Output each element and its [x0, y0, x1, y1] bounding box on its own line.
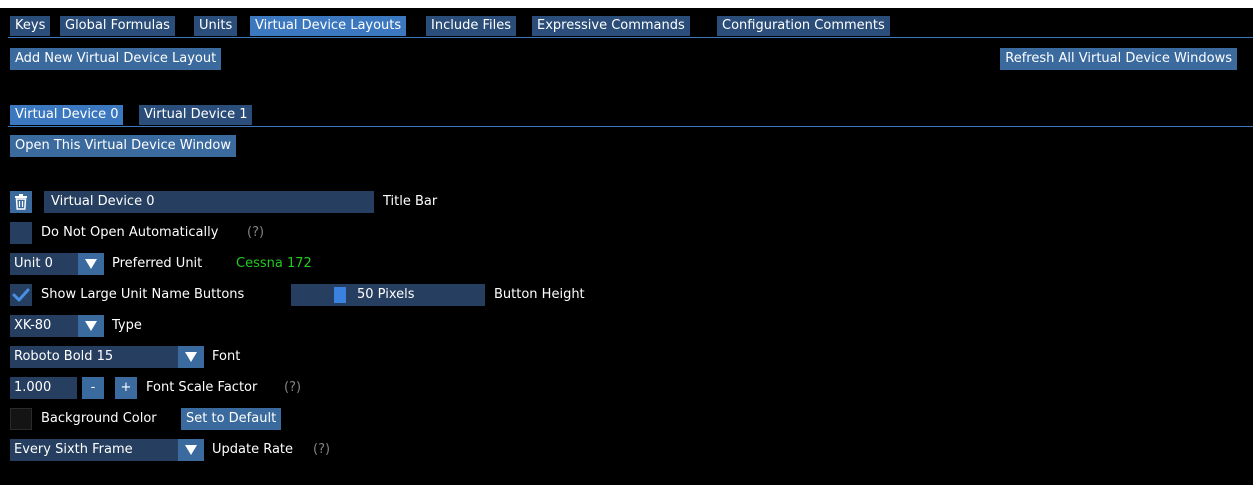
font-scale-input[interactable]: 1.000: [10, 377, 77, 399]
font-arrow[interactable]: [178, 346, 204, 368]
device-tab-1[interactable]: Virtual Device 1: [139, 105, 253, 125]
update-rate-label: Update Rate: [212, 442, 294, 457]
show-large-buttons-checkbox[interactable]: [10, 284, 32, 306]
button-height-slider[interactable]: 50 Pixels: [291, 284, 485, 306]
triangle-down-icon: [185, 445, 197, 455]
type-label: Type: [112, 318, 142, 333]
font-scale-plus-button[interactable]: +: [115, 377, 137, 399]
font-scale-label: Font Scale Factor: [146, 380, 258, 395]
triangle-down-icon: [85, 259, 97, 269]
check-icon: [12, 288, 30, 302]
update-rate-help[interactable]: (?): [313, 439, 330, 461]
add-layout-button[interactable]: Add New Virtual Device Layout: [10, 48, 222, 70]
font-combo[interactable]: Roboto Bold 15: [10, 346, 178, 368]
top-tab-keys[interactable]: Keys: [10, 16, 51, 36]
button-height-value: 50 Pixels: [357, 287, 415, 302]
do-not-open-label: Do Not Open Automatically: [41, 225, 219, 240]
update-rate-combo[interactable]: Every Sixth Frame: [10, 439, 178, 461]
slider-grab[interactable]: [334, 287, 346, 303]
preferred-unit-combo[interactable]: Unit 0: [10, 253, 78, 275]
top-tab-units[interactable]: Units: [194, 16, 238, 36]
open-window-button[interactable]: Open This Virtual Device Window: [10, 135, 237, 157]
unit-name-text: Cessna 172: [236, 256, 312, 271]
font-scale-minus-button[interactable]: -: [82, 377, 104, 399]
type-combo[interactable]: XK-80: [10, 315, 78, 337]
top-tab-include-files[interactable]: Include Files: [426, 16, 516, 36]
top-tab-underline: [8, 37, 1253, 38]
do-not-open-help[interactable]: (?): [247, 222, 264, 244]
top-tab-configuration-comments[interactable]: Configuration Comments: [717, 16, 890, 36]
do-not-open-checkbox[interactable]: [10, 222, 32, 244]
device-tab-0[interactable]: Virtual Device 0: [10, 105, 124, 125]
trash-icon: [15, 194, 27, 210]
button-height-label: Button Height: [494, 287, 585, 302]
font-label: Font: [212, 349, 241, 364]
refresh-all-button[interactable]: Refresh All Virtual Device Windows: [1000, 48, 1237, 70]
title-bar-label: Title Bar: [383, 194, 438, 209]
app-window: Keys Global Formulas Units Virtual Device L…: [0, 8, 1253, 485]
preferred-unit-arrow[interactable]: [78, 253, 104, 275]
triangle-down-icon: [85, 321, 97, 331]
device-tab-underline: [8, 126, 1253, 127]
top-tab-virtual-device-layouts[interactable]: Virtual Device Layouts: [250, 16, 407, 36]
background-color-swatch[interactable]: [10, 408, 32, 430]
top-tab-global-formulas[interactable]: Global Formulas: [60, 16, 175, 36]
delete-button[interactable]: [10, 191, 32, 213]
update-rate-arrow[interactable]: [178, 439, 204, 461]
font-scale-help[interactable]: (?): [284, 377, 301, 399]
triangle-down-icon: [185, 352, 197, 362]
set-default-button[interactable]: Set to Default: [181, 408, 282, 430]
background-color-label: Background Color: [41, 411, 157, 426]
preferred-unit-label: Preferred Unit: [112, 256, 203, 271]
type-arrow[interactable]: [78, 315, 104, 337]
top-tab-expressive-commands[interactable]: Expressive Commands: [532, 16, 690, 36]
title-bar-input[interactable]: Virtual Device 0: [44, 191, 374, 213]
show-large-buttons-label: Show Large Unit Name Buttons: [41, 287, 245, 302]
